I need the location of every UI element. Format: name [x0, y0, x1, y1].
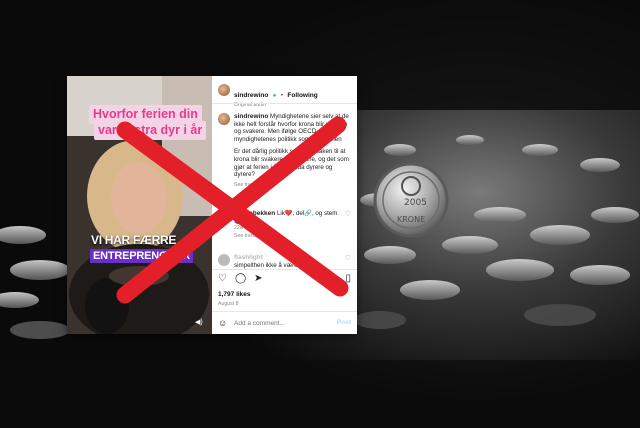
verified-badge-icon: ● [272, 93, 277, 99]
video-subtitle-line-1: VI HAR FÆRRE [91, 233, 177, 247]
svg-text:KRONE: KRONE [397, 215, 425, 224]
standing-coin-icon: 2005 KRONE [373, 162, 449, 238]
comment-see-translation[interactable]: See translation [234, 233, 342, 241]
comment-2: flashlight simpelthen ikke å være ♡ [218, 254, 351, 269]
comment-icon[interactable]: ◯ [235, 273, 246, 284]
comment-avatar[interactable] [218, 254, 230, 266]
video-subtitle-line-2: ENTREPRENØRER [90, 249, 194, 263]
post-side-panel: sindrewino ● • Following Original audio … [212, 76, 357, 334]
mute-icon[interactable]: ◀) [195, 318, 203, 326]
post-header: sindrewino ● • Following Original audio [218, 84, 351, 108]
comment-1: emmabekken Lik❤️, del🔗, og stem🗳️ 22w Re… [218, 210, 351, 240]
emoji-icon[interactable]: ☺ [218, 318, 227, 328]
action-bar: ♡ ◯ ➤ [218, 273, 263, 284]
share-icon[interactable]: ➤ [254, 273, 262, 284]
svg-text:2005: 2005 [404, 198, 427, 208]
actions-divider [212, 269, 357, 270]
header-username[interactable]: sindrewino [234, 92, 268, 99]
likes-count[interactable]: 1,797 likes [218, 291, 251, 298]
save-bookmark-icon[interactable]: ▯ [345, 273, 351, 284]
comment-username[interactable]: flashlight [234, 254, 263, 261]
add-comment-input[interactable] [232, 316, 324, 330]
like-heart-icon[interactable]: ♡ [218, 273, 227, 284]
see-translation-link[interactable]: See translation [234, 182, 351, 190]
post-comment-button[interactable]: Post [337, 319, 351, 326]
header-dot: • [280, 93, 283, 99]
comment-meta[interactable]: 22w Reply [234, 225, 342, 233]
caption-username[interactable]: sindrewino [234, 113, 268, 120]
video-frame: Hvorfor ferien din var ekstra dyr i år V… [67, 76, 212, 334]
video-caption-line-2: var ekstra dyr i år [94, 121, 207, 140]
instagram-post-screenshot: Hvorfor ferien din var ekstra dyr i år V… [67, 76, 357, 334]
avatar[interactable] [218, 84, 230, 96]
heart-icon[interactable]: ♡ [345, 254, 351, 262]
header-divider [212, 103, 357, 104]
comment-avatar[interactable] [218, 210, 230, 222]
following-button[interactable]: Following [287, 92, 317, 99]
post-caption: sindrewino Myndighetene sier selv at de … [218, 113, 351, 189]
post-date: August 8 [218, 301, 239, 307]
comment-username[interactable]: emmabekken [234, 210, 275, 217]
caption-text-2: Er det dårlig politikk som er årsaken ti… [234, 148, 349, 179]
heart-icon[interactable]: ♡ [345, 210, 351, 218]
caption-avatar[interactable] [218, 113, 230, 125]
comment-divider [212, 311, 357, 312]
